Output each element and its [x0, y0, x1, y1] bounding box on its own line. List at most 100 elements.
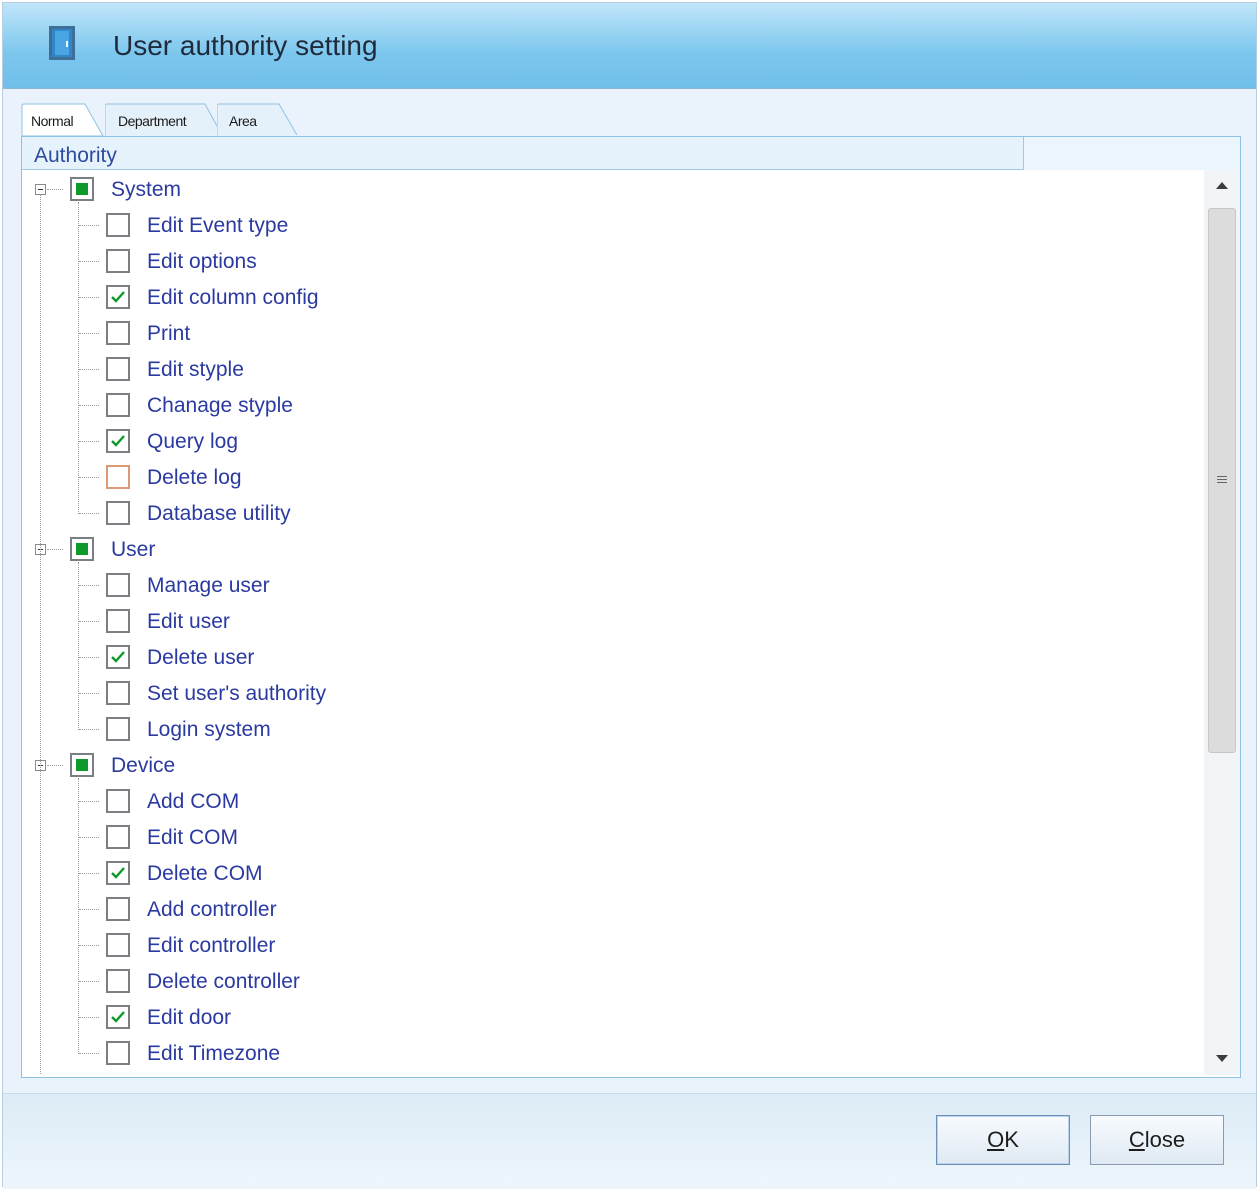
item-checkbox[interactable] — [106, 1041, 130, 1065]
item-checkbox[interactable] — [106, 465, 130, 489]
tree-item-row[interactable]: Database utility — [22, 496, 1122, 532]
authority-column-label: Authority — [34, 144, 117, 167]
tree-connector — [79, 909, 99, 910]
tree-connector — [79, 837, 99, 838]
item-checkbox[interactable] — [106, 573, 130, 597]
item-label: Manage user — [147, 574, 270, 597]
group-checkbox[interactable] — [70, 177, 94, 201]
tree-connector — [79, 297, 99, 298]
tree-item-row[interactable]: Edit door — [22, 1000, 1122, 1036]
title-bar[interactable]: User authority setting — [3, 3, 1256, 89]
item-label: Add controller — [147, 898, 277, 921]
item-label: Chanage styple — [147, 394, 293, 417]
tree-item-row[interactable]: Delete log — [22, 460, 1122, 496]
tree-item-row[interactable]: Print — [22, 316, 1122, 352]
close-button[interactable]: Close — [1090, 1115, 1224, 1165]
window-title: User authority setting — [113, 30, 378, 61]
item-label: Edit Event type — [147, 214, 289, 237]
vertical-scrollbar[interactable] — [1204, 170, 1240, 1075]
tree-connector — [79, 945, 99, 946]
tree-group-row[interactable]: System — [22, 172, 1122, 208]
tree-connector — [79, 333, 99, 334]
tree-item-row[interactable]: Chanage styple — [22, 388, 1122, 424]
item-checkbox[interactable] — [106, 969, 130, 993]
item-label: Edit user — [147, 610, 230, 633]
item-label: Delete COM — [147, 862, 263, 885]
tree-group-row[interactable]: User — [22, 532, 1122, 568]
item-checkbox[interactable] — [106, 285, 130, 309]
dialog-window: User authority setting Normal Department… — [2, 2, 1257, 1189]
tree-connector — [78, 202, 79, 514]
item-label: Edit door — [147, 1006, 232, 1029]
group-label: System — [111, 178, 182, 201]
scroll-up-arrow-icon[interactable] — [1204, 170, 1240, 200]
item-checkbox[interactable] — [106, 249, 130, 273]
tree-connector — [79, 657, 99, 658]
item-label: Query log — [147, 430, 239, 453]
tree-item-row[interactable]: Add COM — [22, 784, 1122, 820]
tree-item-row[interactable]: Delete user — [22, 640, 1122, 676]
tree-item-row[interactable]: Edit options — [22, 244, 1122, 280]
item-label: Edit controller — [147, 934, 276, 957]
item-checkbox[interactable] — [106, 429, 130, 453]
checkmark-icon — [111, 1011, 125, 1023]
tree-item-row[interactable]: Edit Event type — [22, 208, 1122, 244]
ok-button[interactable]: OK — [936, 1115, 1070, 1165]
tree-connector — [47, 549, 63, 550]
tree-connector — [79, 981, 99, 982]
item-checkbox[interactable] — [106, 789, 130, 813]
tab-normal-label: Normal — [31, 113, 74, 129]
tree-item-row[interactable]: Query log — [22, 424, 1122, 460]
group-checkbox[interactable] — [70, 753, 94, 777]
item-checkbox[interactable] — [106, 717, 130, 741]
tree-item-row[interactable]: Login system — [22, 712, 1122, 748]
item-label: Database utility — [147, 502, 291, 525]
item-checkbox[interactable] — [106, 1005, 130, 1029]
tree-item-row[interactable]: Edit user — [22, 604, 1122, 640]
item-label: Delete log — [147, 466, 242, 489]
tree-item-row[interactable]: Edit styple — [22, 352, 1122, 388]
tree-connector — [79, 621, 99, 622]
ok-mnemonic: O — [987, 1127, 1005, 1152]
tree-item-row[interactable]: Edit COM — [22, 820, 1122, 856]
tree-item-row[interactable]: Add controller — [22, 892, 1122, 928]
item-label: Delete controller — [147, 970, 300, 993]
scroll-down-arrow-icon[interactable] — [1204, 1045, 1240, 1075]
tree-item-row[interactable]: Manage user — [22, 568, 1122, 604]
tab-department[interactable]: Department — [105, 103, 223, 136]
item-checkbox[interactable] — [106, 933, 130, 957]
tree-root-connector — [40, 194, 41, 1075]
tree-connector — [79, 477, 99, 478]
item-checkbox[interactable] — [106, 213, 130, 237]
tree-item-row[interactable]: Delete COM — [22, 856, 1122, 892]
item-checkbox[interactable] — [106, 825, 130, 849]
item-checkbox[interactable] — [106, 321, 130, 345]
tree-connector — [47, 189, 63, 190]
tree-item-row[interactable]: Edit Timezone — [22, 1036, 1122, 1072]
item-checkbox[interactable] — [106, 861, 130, 885]
item-checkbox[interactable] — [106, 609, 130, 633]
tree-item-row[interactable]: Edit column config — [22, 280, 1122, 316]
item-label: Edit options — [147, 250, 257, 273]
tree-connector — [79, 873, 99, 874]
tree-connector — [79, 441, 99, 442]
tree-group-row[interactable]: Device — [22, 748, 1122, 784]
tree-connector — [78, 562, 79, 730]
item-checkbox[interactable] — [106, 357, 130, 381]
scroll-thumb[interactable] — [1208, 208, 1236, 753]
tab-area[interactable]: Area — [217, 103, 299, 136]
item-checkbox[interactable] — [106, 393, 130, 417]
tree-item-row[interactable]: Edit controller — [22, 928, 1122, 964]
item-label: Edit styple — [147, 358, 244, 381]
tree-connector — [79, 513, 99, 514]
group-checkbox[interactable] — [70, 537, 94, 561]
authority-column-header[interactable]: Authority — [22, 137, 1024, 170]
item-checkbox[interactable] — [106, 897, 130, 921]
tree-item-row[interactable]: Set user's authority — [22, 676, 1122, 712]
item-checkbox[interactable] — [106, 681, 130, 705]
tree-item-row[interactable]: Delete controller — [22, 964, 1122, 1000]
item-checkbox[interactable] — [106, 645, 130, 669]
tab-normal[interactable]: Normal — [21, 103, 105, 136]
item-checkbox[interactable] — [106, 501, 130, 525]
item-label: Print — [147, 322, 191, 345]
